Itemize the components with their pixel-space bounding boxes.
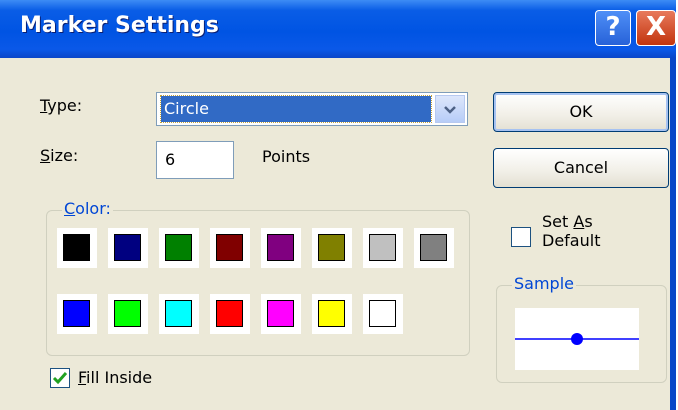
size-unit-label: Points [262, 147, 311, 166]
color-swatch[interactable] [414, 228, 454, 268]
type-label: Type: [40, 96, 83, 115]
type-dropdown-button[interactable] [435, 95, 465, 123]
color-swatch[interactable] [159, 294, 199, 334]
color-swatch-fill [318, 234, 345, 261]
close-button[interactable]: X [636, 10, 676, 46]
title-bar: Marker Settings ? X [0, 0, 676, 58]
color-swatch-fill [63, 300, 90, 327]
color-swatch[interactable] [363, 228, 403, 268]
marker-settings-dialog: Marker Settings ? X Type: Circle Size: 6… [0, 0, 676, 410]
sample-marker [571, 333, 583, 345]
sample-group-label: Sample [512, 274, 576, 293]
color-swatch[interactable] [363, 294, 403, 334]
type-selected-value: Circle [160, 95, 432, 123]
close-icon: X [645, 12, 667, 42]
color-swatch-fill [369, 234, 396, 261]
color-swatch[interactable] [210, 294, 250, 334]
fill-inside-label[interactable]: Fill Inside [78, 368, 152, 387]
window-border-right [670, 58, 676, 410]
color-swatch-fill [216, 234, 243, 261]
color-group-label: Color: [62, 199, 113, 218]
help-icon: ? [605, 12, 621, 42]
chevron-down-icon [444, 106, 456, 114]
set-as-default-checkbox[interactable] [511, 227, 531, 247]
type-dropdown[interactable]: Circle [156, 92, 468, 126]
color-swatch[interactable] [210, 228, 250, 268]
color-swatch[interactable] [312, 294, 352, 334]
color-swatch[interactable] [57, 228, 97, 268]
marker-sample-drawing [515, 333, 639, 345]
dialog-title: Marker Settings [20, 13, 219, 38]
set-as-default-label[interactable]: Set As Default [542, 212, 600, 250]
color-swatch-fill [114, 234, 141, 261]
checkmark-icon [52, 372, 68, 385]
size-label: Size: [40, 146, 79, 165]
ok-button[interactable]: OK [493, 92, 669, 132]
fill-inside-checkbox[interactable] [50, 368, 70, 388]
color-swatch-fill [420, 234, 447, 261]
color-swatch-fill [267, 300, 294, 327]
color-swatch-fill [267, 234, 294, 261]
color-swatch-fill [369, 300, 396, 327]
color-swatch[interactable] [261, 294, 301, 334]
color-swatch-fill [114, 300, 141, 327]
cancel-button[interactable]: Cancel [493, 148, 669, 188]
color-swatch[interactable] [57, 294, 97, 334]
sample-preview [515, 308, 639, 370]
color-swatch-fill [165, 234, 192, 261]
color-swatch-fill [216, 300, 243, 327]
color-swatch[interactable] [108, 228, 148, 268]
color-swatch-fill [63, 234, 90, 261]
color-swatch[interactable] [261, 228, 301, 268]
help-button[interactable]: ? [595, 10, 631, 46]
size-input[interactable]: 6 [156, 141, 234, 179]
color-swatch[interactable] [159, 228, 199, 268]
color-swatch[interactable] [108, 294, 148, 334]
color-swatch[interactable] [312, 228, 352, 268]
color-swatch-fill [318, 300, 345, 327]
color-swatch-fill [165, 300, 192, 327]
